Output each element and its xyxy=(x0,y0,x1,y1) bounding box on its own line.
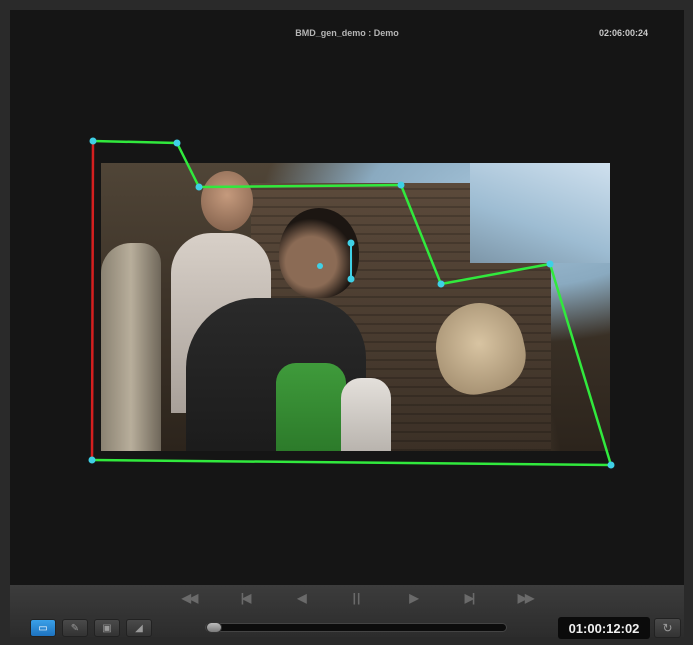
loop-icon[interactable]: ↻ xyxy=(654,618,681,638)
play-icon[interactable]: ▶ xyxy=(400,591,426,605)
fast-forward-icon[interactable]: ▶▶ xyxy=(512,591,538,605)
playhead-timecode: 01:00:12:02 xyxy=(558,617,650,639)
viewer-control-bar: ◀◀ |◀ ◀ || ▶ ▶| ▶▶ ▭ ✎ ▣ ◢ 01:00:12:02 ↻ xyxy=(10,585,684,639)
pause-icon[interactable]: || xyxy=(344,591,370,605)
softness-handle-point[interactable] xyxy=(347,239,355,247)
skip-to-end-icon[interactable]: ▶| xyxy=(456,591,482,605)
video-viewer[interactable]: BMD_gen_demo : Demo 02:06:00:24 xyxy=(10,10,684,585)
scrubber-handle[interactable] xyxy=(206,622,222,633)
control-points[interactable] xyxy=(88,137,615,469)
control-point[interactable] xyxy=(89,137,97,145)
control-point[interactable] xyxy=(546,260,554,268)
play-reverse-icon[interactable]: ◀ xyxy=(288,591,314,605)
monitor-icon[interactable]: ▣ xyxy=(94,619,120,637)
mask-outline[interactable] xyxy=(91,139,613,467)
control-point[interactable] xyxy=(397,181,405,189)
mask-selected-edge[interactable] xyxy=(90,140,95,461)
timeline-scrubber[interactable] xyxy=(205,623,507,632)
pen-icon[interactable]: ✎ xyxy=(62,619,88,637)
control-point[interactable] xyxy=(173,139,181,147)
pointer-icon[interactable]: ▭ xyxy=(30,619,56,637)
center-point[interactable] xyxy=(317,263,323,269)
speaker-icon[interactable]: ◢ xyxy=(126,619,152,637)
control-point[interactable] xyxy=(437,280,445,288)
power-window-overlay[interactable] xyxy=(10,10,684,585)
control-point[interactable] xyxy=(607,461,615,469)
fast-rewind-icon[interactable]: ◀◀ xyxy=(176,591,202,605)
skip-to-start-icon[interactable]: |◀ xyxy=(232,591,258,605)
control-point[interactable] xyxy=(88,456,96,464)
control-point[interactable] xyxy=(195,183,203,191)
softness-handle-point[interactable] xyxy=(347,275,355,283)
